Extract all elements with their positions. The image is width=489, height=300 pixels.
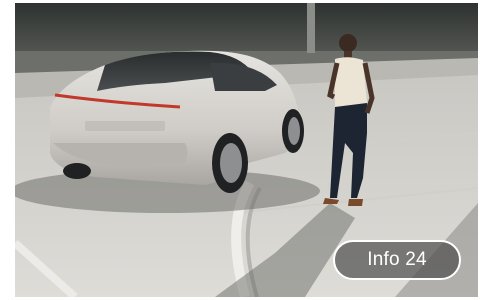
info-badge-label: Info 24 (367, 249, 427, 270)
info-badge-button[interactable]: Info 24 (333, 240, 461, 280)
image-card: Info 24 (0, 0, 489, 300)
pole (307, 3, 315, 53)
